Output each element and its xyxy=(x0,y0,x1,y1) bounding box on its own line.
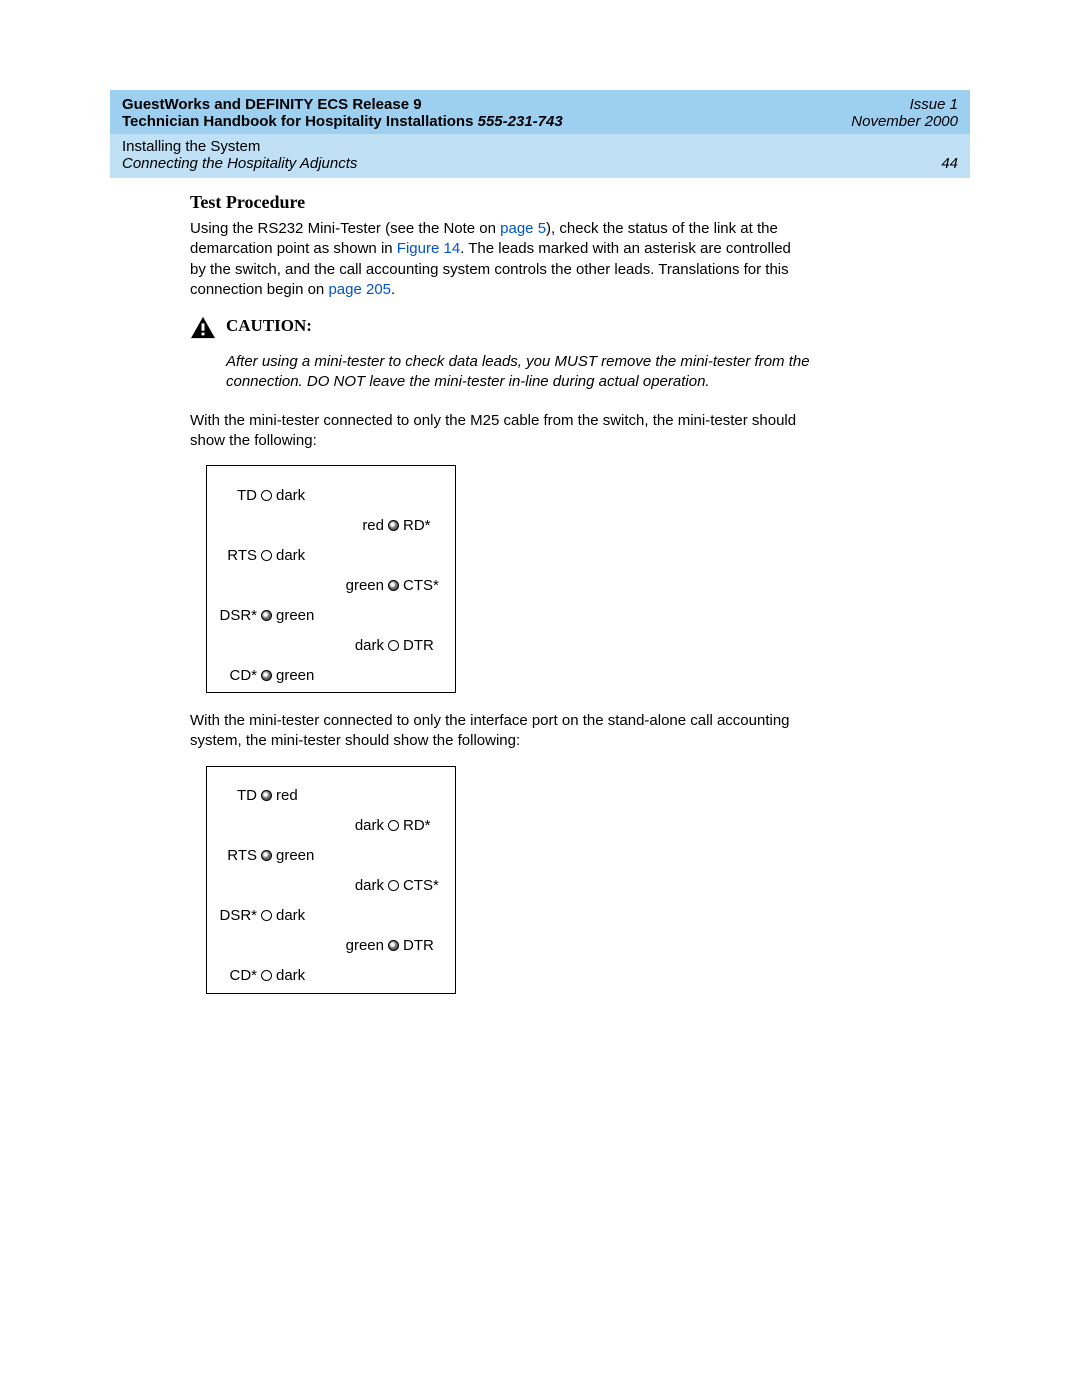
led-icon xyxy=(261,790,272,801)
caution-block: CAUTION: xyxy=(190,316,810,344)
t1-l0-pin: TD xyxy=(217,487,257,504)
t2-l0-state: red xyxy=(276,787,298,804)
t1-l0-state: dark xyxy=(276,487,305,504)
t2-right-0: dark RD* xyxy=(335,817,445,834)
t1-r1-state: green xyxy=(346,577,384,594)
led-icon xyxy=(388,940,399,951)
t2-r1-pin: CTS* xyxy=(403,877,445,894)
led-icon xyxy=(388,640,399,651)
banner-top: GuestWorks and DEFINITY ECS Release 9 Te… xyxy=(110,90,970,134)
t1-right-2: dark DTR xyxy=(335,637,445,654)
t1-right-1: green CTS* xyxy=(335,577,445,594)
led-icon xyxy=(388,520,399,531)
caution-title: CAUTION: xyxy=(226,316,312,336)
t2-l1-pin: RTS xyxy=(217,847,257,864)
t1-r0-pin: RD* xyxy=(403,517,445,534)
t2-r0-state: dark xyxy=(355,817,384,834)
caution-icon xyxy=(190,316,216,344)
t1-left-0: TD dark xyxy=(217,487,327,504)
t1-l3-state: green xyxy=(276,667,314,684)
led-icon xyxy=(261,970,272,981)
t2-r1-state: dark xyxy=(355,877,384,894)
para1-d: . xyxy=(391,281,395,298)
link-page-5[interactable]: page 5 xyxy=(500,220,546,237)
t2-r0-pin: RD* xyxy=(403,817,445,834)
t2-right-1: dark CTS* xyxy=(335,877,445,894)
banner-bottom: Installing the System Connecting the Hos… xyxy=(110,134,970,178)
breadcrumb: Installing the System Connecting the Hos… xyxy=(122,138,357,172)
doc-title: GuestWorks and DEFINITY ECS Release 9 Te… xyxy=(122,96,563,130)
tester-diagram-2: TD red dark RD* RTS green xyxy=(206,766,456,994)
content: Test Procedure Using the RS232 Mini-Test… xyxy=(190,192,810,994)
link-figure-14[interactable]: Figure 14 xyxy=(397,240,460,257)
doc-number: 555-231-743 xyxy=(478,113,563,130)
t2-l2-pin: DSR* xyxy=(217,907,257,924)
page: GuestWorks and DEFINITY ECS Release 9 Te… xyxy=(0,0,1080,994)
t2-r2-state: green xyxy=(346,937,384,954)
led-icon xyxy=(388,880,399,891)
led-icon xyxy=(261,910,272,921)
t2-l2-state: dark xyxy=(276,907,305,924)
link-page-205[interactable]: page 205 xyxy=(328,281,391,298)
t1-left-3: CD* green xyxy=(217,667,327,684)
led-icon xyxy=(261,850,272,861)
t1-r2-state: dark xyxy=(355,637,384,654)
title-line2: Technician Handbook for Hospitality Inst… xyxy=(122,113,563,130)
section-top: Installing the System xyxy=(122,138,357,155)
t2-right-2: green DTR xyxy=(335,937,445,954)
t2-r2-pin: DTR xyxy=(403,937,445,954)
intro-paragraph: Using the RS232 Mini-Tester (see the Not… xyxy=(190,219,810,300)
t1-left-2: DSR* green xyxy=(217,607,327,624)
led-icon xyxy=(388,820,399,831)
t1-l2-pin: DSR* xyxy=(217,607,257,624)
t1-l2-state: green xyxy=(276,607,314,624)
issue-label: Issue 1 xyxy=(851,96,958,113)
section-sub: Connecting the Hospitality Adjuncts xyxy=(122,155,357,172)
t1-r2-pin: DTR xyxy=(403,637,445,654)
t2-l3-state: dark xyxy=(276,967,305,984)
tester2-intro: With the mini-tester connected to only t… xyxy=(190,711,810,752)
led-icon xyxy=(261,550,272,561)
heading-test-procedure: Test Procedure xyxy=(190,192,810,213)
led-icon xyxy=(261,610,272,621)
t2-l1-state: green xyxy=(276,847,314,864)
t2-left-3: CD* dark xyxy=(217,967,327,984)
title-line2-text: Technician Handbook for Hospitality Inst… xyxy=(122,113,478,130)
tester-diagram-1: TD dark red RD* RTS dark xyxy=(206,465,456,693)
t2-l3-pin: CD* xyxy=(217,967,257,984)
doc-meta: Issue 1 November 2000 xyxy=(851,96,958,130)
led-icon xyxy=(261,670,272,681)
t1-l1-pin: RTS xyxy=(217,547,257,564)
t1-left-1: RTS dark xyxy=(217,547,327,564)
date-label: November 2000 xyxy=(851,113,958,130)
t2-l0-pin: TD xyxy=(217,787,257,804)
para1-a: Using the RS232 Mini-Tester (see the Not… xyxy=(190,220,500,237)
t1-l1-state: dark xyxy=(276,547,305,564)
t2-left-0: TD red xyxy=(217,787,327,804)
led-icon xyxy=(261,490,272,501)
caution-text: After using a mini-tester to check data … xyxy=(226,352,810,393)
led-icon xyxy=(388,580,399,591)
t1-r1-pin: CTS* xyxy=(403,577,445,594)
t2-left-2: DSR* dark xyxy=(217,907,327,924)
tester1-intro: With the mini-tester connected to only t… xyxy=(190,411,810,452)
t2-left-1: RTS green xyxy=(217,847,327,864)
t1-l3-pin: CD* xyxy=(217,667,257,684)
t1-right-0: red RD* xyxy=(335,517,445,534)
page-number: 44 xyxy=(941,155,958,172)
t1-r0-state: red xyxy=(362,517,384,534)
title-line1: GuestWorks and DEFINITY ECS Release 9 xyxy=(122,96,563,113)
doc-header-banner: GuestWorks and DEFINITY ECS Release 9 Te… xyxy=(110,90,970,178)
